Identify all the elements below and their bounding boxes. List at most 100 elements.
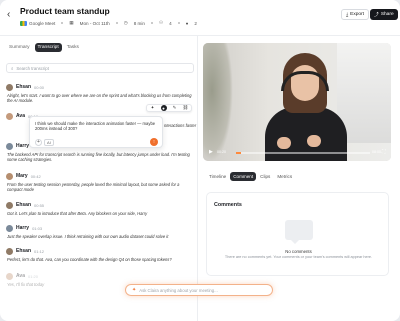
people-icon: ⚇ [158,20,164,25]
selection-toolbar: ✦ ● ✎ ⛓ [146,104,192,112]
speaker-name: Ava [16,113,25,119]
transcript-entry[interactable]: Mary 00:42 From the user testing session… [6,172,194,192]
tab-transcript[interactable]: Transcript [34,43,62,52]
transcript-entry[interactable]: Harry 01:03 Just the speaker overlap iss… [6,224,194,239]
transcript-text: Got it. Let's plan to introduce that aft… [7,211,148,216]
search-input[interactable]: ⌕ Search transcript [6,63,194,73]
header: ‹ Product team standup Google Meet ▦ Mon… [0,0,400,36]
avatar [6,142,13,150]
tab-comment[interactable]: Comment [230,172,257,181]
comment-icon: ● [185,20,189,26]
avatar [6,272,13,280]
tab-summary[interactable]: Summary [6,43,33,52]
speaker-name: Ehsan [16,202,32,208]
video-progress-fill [236,152,242,154]
add-button[interactable]: + [35,139,42,146]
search-icon: ⌕ [11,65,14,71]
meeting-duration: 8 min [133,20,145,26]
video-frame-plant [203,43,233,161]
speaker-name: Ehsan [16,248,32,254]
tab-timeline[interactable]: Timeline [206,172,229,181]
avatar [6,247,13,255]
export-button[interactable]: ⤓ Export [341,9,369,20]
ask-placeholder: Ask Claira anything about your meeting..… [139,287,218,293]
tab-clips[interactable]: Clips [257,172,273,181]
speaker-name: Harry [16,143,30,149]
transcript-text: From the user testing session yesterday,… [7,182,180,193]
transcript-entry[interactable]: Ehsan 00:55 Got it. Let's plan to introd… [6,201,194,216]
timestamp: 00:55 [34,202,45,208]
timestamp: 00:42 [30,173,41,179]
comment-count: 2 [194,20,197,26]
comments-title: Comments [214,202,242,208]
time-total: 08:00 [372,150,381,154]
meet-app-label: Google Meet [29,20,56,26]
video-frame-hand [307,135,321,147]
play-icon[interactable]: ▶ [209,149,213,155]
tab-metrics[interactable]: Metrics [274,172,295,181]
video-player[interactable] [203,43,391,161]
search-placeholder: Search transcript [16,65,49,71]
sparkle-icon: ✦ [132,287,137,293]
video-frame-hand [277,137,291,149]
google-meet-icon [20,20,27,26]
export-label: Export [350,12,364,17]
transcript-text: Perfect, let's do that. Ava, can you coo… [7,257,172,262]
send-button[interactable]: ↑ [150,138,158,146]
panel-divider [197,36,198,321]
download-icon: ⤓ [346,12,349,18]
clock-icon: ◷ [123,20,128,25]
empty-comments-icon [285,220,313,244]
comments-panel: Comments No comments There are no commen… [206,192,389,276]
transcript-text: The backend API for transcript search is… [7,152,190,163]
calendar-icon: ▦ [69,20,74,25]
timestamp: 00:00 [34,84,45,90]
avatar [6,172,13,180]
page-title: Product team standup [20,6,110,16]
right-tabs: Timeline Comment Clips Metrics [206,172,295,181]
share-button[interactable]: ⤴ Share [370,9,398,20]
ai-button[interactable]: AI [44,139,54,146]
speaker-name: Ehsan [16,84,32,90]
avatar [6,224,13,232]
empty-subtitle: There are no comments yet. Your comments… [224,255,373,259]
chevron-left-icon[interactable]: ‹ [7,9,10,20]
participants-count: 4 [169,20,172,26]
sparkle-icon[interactable]: ✦ [150,105,156,111]
ask-input[interactable]: ✦ Ask Claira anything about your meeting… [125,284,273,296]
timestamp: 01:12 [34,248,45,254]
separator-dot [61,22,64,24]
avatar [6,83,13,91]
separator-dot [150,22,153,24]
speaker-name: Mary [16,173,28,179]
timestamp: 01:03 [32,225,43,231]
transcript-text: nteractions faster [164,123,197,128]
link-icon[interactable]: ⛓ [183,105,189,111]
transcript-entry[interactable]: Ehsan 00:00 Alright, let's start. I want… [6,83,194,103]
transcript-text: Just the speaker overlap issue. I think … [7,234,169,239]
meet-source: Google Meet [20,20,56,26]
transcript-entry[interactable]: Ehsan 01:12 Perfect, let's do that. Ava,… [6,247,194,262]
meeting-meta: Google Meet ▦ Mon - Oct 11th ◷ 8 min ⚇ 4… [20,20,197,26]
share-label: Share [380,12,394,17]
comment-input[interactable]: I think we should make the interaction a… [35,121,159,132]
app-window: ‹ Product team standup Google Meet ▦ Mon… [0,0,400,321]
transcript-text: Alright, let's start. I want to go over … [7,93,192,104]
separator-dot [115,22,118,24]
timestamp: 01:20 [28,273,39,279]
video-progress[interactable] [236,152,370,154]
fullscreen-icon[interactable]: ⛶ [382,149,386,155]
tab-tasks[interactable]: Tasks [64,43,82,52]
avatar [6,112,13,120]
comment-icon[interactable]: ● [160,105,167,111]
pencil-icon[interactable]: ✎ [172,105,178,111]
speaker-name: Ava [16,273,25,279]
meeting-date: Mon - Oct 11th [79,20,110,26]
time-current: 00:20 [217,150,226,154]
comment-popup: I think we should make the interaction a… [29,116,163,148]
avatar [6,201,13,209]
separator-dot [177,22,180,24]
left-tabs: Summary Transcript Tasks [6,43,82,52]
share-icon: ⤴ [374,13,379,18]
empty-title: No comments [285,249,312,254]
